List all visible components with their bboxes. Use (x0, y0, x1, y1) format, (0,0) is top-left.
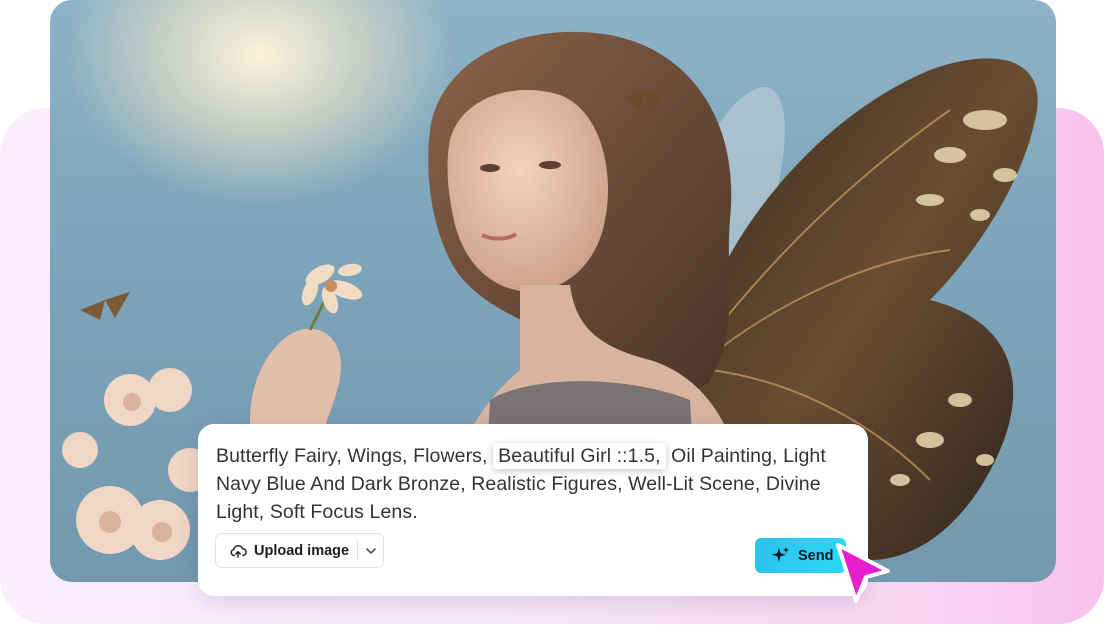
upload-image-button[interactable]: Upload image (215, 533, 384, 568)
prompt-weighted-term[interactable]: Beautiful Girl ::1.5, (493, 443, 666, 469)
prompt-input[interactable]: Butterfly Fairy, Wings, Flowers, Beautif… (216, 442, 856, 526)
prompt-card: Butterfly Fairy, Wings, Flowers, Beautif… (198, 424, 868, 596)
cursor-pointer-icon (832, 541, 894, 607)
chevron-down-icon[interactable] (363, 543, 379, 559)
prompt-text-start: Butterfly Fairy, Wings, Flowers, (216, 445, 488, 467)
sparkle-icon (771, 546, 790, 565)
send-label: Send (798, 547, 834, 564)
divider (357, 540, 358, 561)
upload-image-label: Upload image (254, 542, 350, 559)
cloud-upload-icon (229, 542, 247, 560)
